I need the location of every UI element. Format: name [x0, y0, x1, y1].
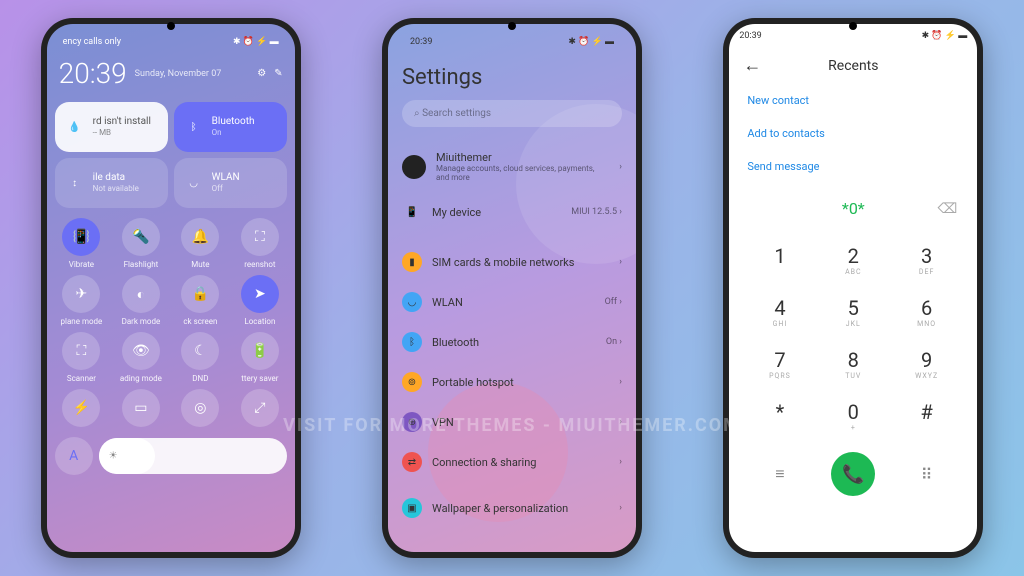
data-tile[interactable]: ↕ ile dataNot available	[55, 158, 168, 208]
status-bar: ency calls only ✱ ⏰ ⚡ ▬	[55, 32, 287, 51]
sim-icon: ▮	[402, 252, 422, 272]
reading-toggle[interactable]: 👁	[122, 332, 160, 370]
extra3-toggle[interactable]: ◎	[181, 389, 219, 427]
lockscreen-toggle[interactable]: 🔒	[181, 275, 219, 313]
status-icons: ✱ ⏰ ⚡ ▬	[922, 30, 968, 41]
phone-control-center: ency calls only ✱ ⏰ ⚡ ▬ 20:39 Sunday, No…	[41, 18, 301, 558]
edit-icon[interactable]: ✎	[274, 68, 282, 79]
connection-item[interactable]: ⇄Connection & sharing›	[402, 442, 622, 482]
drop-icon: 💧	[65, 117, 85, 137]
dialpad: 1 2ABC 3DEF 4GHI 5JKL 6MNO 7PQRS 8TUV 9W…	[729, 234, 977, 442]
camera-notch	[508, 22, 516, 30]
status-icons: ✱ ⏰ ⚡ ▬	[233, 36, 279, 47]
chevron-icon: ›	[619, 162, 622, 172]
share-icon: ⇄	[402, 452, 422, 472]
wallpaper-icon: ▣	[402, 498, 422, 518]
phone-dialer: 20:39 ✱ ⏰ ⚡ ▬ ← Recents New contact Add …	[723, 18, 983, 558]
key-6[interactable]: 6MNO	[890, 286, 963, 338]
hotspot-item[interactable]: ⊚Portable hotspot›	[402, 362, 622, 402]
bluetooth-icon: ᛒ	[402, 332, 422, 352]
device-icon: 📱	[402, 202, 422, 222]
mute-toggle[interactable]: 🔔	[181, 218, 219, 256]
key-star[interactable]: *	[743, 390, 816, 442]
wifi-icon: ◡	[402, 292, 422, 312]
settings-title: Settings	[402, 65, 622, 90]
key-7[interactable]: 7PQRS	[743, 338, 816, 390]
status-time: 20:39	[739, 31, 761, 41]
vibrate-toggle[interactable]: 📳	[62, 218, 100, 256]
hotspot-icon: ⊚	[402, 372, 422, 392]
key-4[interactable]: 4GHI	[743, 286, 816, 338]
add-contacts-option[interactable]: Add to contacts	[747, 117, 959, 150]
key-5[interactable]: 5JKL	[817, 286, 890, 338]
account-item[interactable]: MiuithemerManage accounts, cloud service…	[402, 141, 622, 192]
camera-notch	[849, 22, 857, 30]
backspace-icon[interactable]: ⌫	[938, 201, 958, 217]
brightness-icon: ☀	[109, 451, 118, 462]
settings-icon[interactable]: ⚙	[257, 68, 266, 79]
scanner-toggle[interactable]: ⛶	[62, 332, 100, 370]
menu-icon[interactable]: ≡	[743, 464, 816, 484]
key-2[interactable]: 2ABC	[817, 234, 890, 286]
dnd-toggle[interactable]: ☾	[181, 332, 219, 370]
call-button[interactable]: 📞	[831, 452, 875, 496]
wlan-tile[interactable]: ◡ WLANOff	[174, 158, 287, 208]
status-time: 20:39	[410, 37, 432, 47]
status-icons: ✱ ⏰ ⚡ ▬	[568, 36, 614, 47]
clock-row: 20:39 Sunday, November 07 ⚙ ✎	[55, 51, 287, 96]
avatar	[402, 155, 426, 179]
extra2-toggle[interactable]: ▭	[122, 389, 160, 427]
card-tile[interactable]: 💧 rd isn't install-- MB	[55, 102, 168, 152]
key-hash[interactable]: #	[890, 390, 963, 442]
darkmode-toggle[interactable]: ◐	[122, 275, 160, 313]
data-icon: ↕	[65, 173, 85, 193]
auto-toggle[interactable]: A	[55, 437, 93, 475]
watermark: VISIT FOR MORE THEMES - MIUITHEMER.COM	[283, 415, 741, 436]
wallpaper-item[interactable]: ▣Wallpaper & personalization›	[402, 488, 622, 528]
new-contact-option[interactable]: New contact	[747, 84, 959, 117]
quick-settings-grid: 📳Vibrate 🔦Flashlight 🔔Mute ⛶reenshot ✈pl…	[55, 218, 287, 427]
back-button[interactable]: ←	[743, 55, 761, 76]
clock-time: 20:39	[59, 57, 127, 90]
key-1[interactable]: 1	[743, 234, 816, 286]
phone-settings: 20:39 ✱ ⏰ ⚡ ▬ Settings ⌕ Search settings…	[382, 18, 642, 558]
dialed-number: *0* ⌫	[729, 183, 977, 234]
send-message-option[interactable]: Send message	[747, 150, 959, 183]
location-toggle[interactable]: ➤	[241, 275, 279, 313]
bluetooth-tile[interactable]: ᛒ BluetoothOn	[174, 102, 287, 152]
key-9[interactable]: 9WXYZ	[890, 338, 963, 390]
battery-toggle[interactable]: 🔋	[241, 332, 279, 370]
camera-notch	[167, 22, 175, 30]
status-bar: 20:39 ✱ ⏰ ⚡ ▬	[402, 32, 622, 51]
carrier-text: ency calls only	[63, 37, 121, 47]
bt-item[interactable]: ᛒBluetoothOn ›	[402, 322, 622, 362]
search-input[interactable]: ⌕ Search settings	[402, 100, 622, 127]
screenshot-toggle[interactable]: ⛶	[241, 218, 279, 256]
extra1-toggle[interactable]: ⚡	[62, 389, 100, 427]
page-title: Recents	[761, 58, 945, 74]
key-8[interactable]: 8TUV	[817, 338, 890, 390]
flashlight-toggle[interactable]: 🔦	[122, 218, 160, 256]
sim-item[interactable]: ▮SIM cards & mobile networks›	[402, 242, 622, 282]
bluetooth-icon: ᛒ	[184, 117, 204, 137]
wifi-icon: ◡	[184, 173, 204, 193]
extra4-toggle[interactable]: ⤢	[241, 389, 279, 427]
key-0[interactable]: 0+	[817, 390, 890, 442]
clock-date: Sunday, November 07	[135, 69, 222, 79]
airplane-toggle[interactable]: ✈	[62, 275, 100, 313]
device-item[interactable]: 📱 My device MIUI 12.5.5 ›	[402, 192, 622, 232]
key-3[interactable]: 3DEF	[890, 234, 963, 286]
contacts-icon[interactable]: ⠿	[890, 465, 963, 484]
brightness-slider[interactable]: ☀	[99, 438, 287, 474]
wlan-item[interactable]: ◡WLANOff ›	[402, 282, 622, 322]
